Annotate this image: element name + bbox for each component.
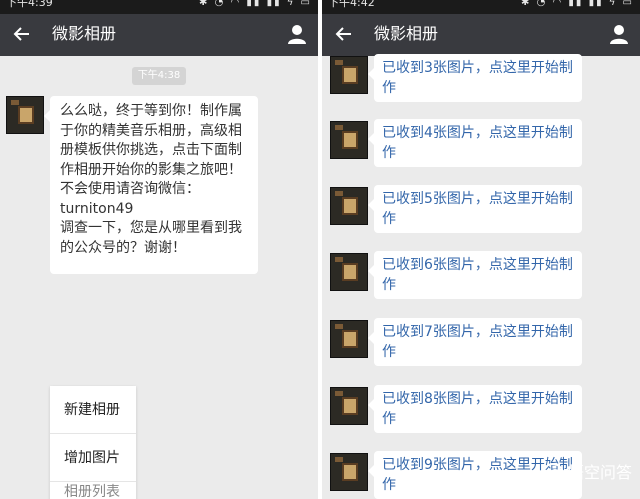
menu-item-album-list[interactable]: 相册列表 — [50, 482, 136, 499]
account-avatar[interactable] — [330, 187, 368, 225]
message-link-text[interactable]: 已收到6张图片，点这里开始制 — [382, 255, 574, 275]
received-images-message[interactable]: 已收到5张图片，点这里开始制作 — [368, 185, 582, 233]
left-phone-screen: 下午4:39 ✱ ◔ ◠ ▮▮ ▮▮ ϟ ▭ 微影相册 下午4:38 么么哒，终… — [0, 0, 318, 499]
chat-title: 微影相册 — [374, 24, 439, 43]
menu-item-add-images[interactable]: 增加图片 — [50, 434, 136, 482]
account-avatar[interactable] — [6, 96, 44, 134]
watermark-text: 悟空问答 — [567, 463, 632, 482]
wechat-id: turniton49 — [60, 200, 134, 217]
account-avatar[interactable] — [330, 320, 368, 358]
profile-icon[interactable] — [286, 23, 308, 45]
message-line: 于你的精美音乐相册，高级相 — [60, 122, 242, 139]
watermark: 悟空问答 — [541, 457, 632, 489]
back-arrow-icon[interactable] — [12, 24, 32, 44]
message-link-text[interactable]: 作 — [382, 209, 574, 229]
received-images-message[interactable]: 已收到3张图片，点这里开始制作 — [368, 54, 582, 102]
message-line: 作相册开始你的影集之旅吧！ — [60, 161, 242, 178]
menu-item-new-album[interactable]: 新建相册 — [50, 386, 136, 434]
message-line: 的公众号的？谢谢！ — [60, 239, 186, 256]
message-link-text[interactable]: 已收到5张图片，点这里开始制 — [382, 189, 574, 209]
message-timestamp: 下午4:38 — [132, 67, 186, 85]
account-avatar[interactable] — [330, 453, 368, 491]
message-link-text[interactable]: 作 — [382, 78, 574, 98]
message-link-text[interactable]: 已收到4张图片，点这里开始制 — [382, 123, 574, 143]
account-avatar[interactable] — [330, 387, 368, 425]
account-avatar[interactable] — [330, 56, 368, 94]
message-link-text[interactable]: 作 — [382, 409, 574, 429]
message-line: 么么哒，终于等到你！制作属 — [60, 103, 242, 119]
message-link-text[interactable]: 已收到8张图片，点这里开始制 — [382, 389, 574, 409]
received-images-message[interactable]: 已收到4张图片，点这里开始制作 — [368, 119, 582, 167]
status-bar: 下午4:39 ✱ ◔ ◠ ▮▮ ▮▮ ϟ ▭ — [0, 0, 318, 14]
popup-menu: 新建相册 增加图片 相册列表 — [50, 386, 136, 499]
message-link-text[interactable]: 已收到3张图片，点这里开始制 — [382, 58, 574, 78]
message-line: 册模板供你挑选，点击下面制 — [60, 142, 242, 158]
message-link-text[interactable]: 作 — [382, 275, 574, 295]
status-icons: ✱ ◔ ◠ ▮▮ ▮▮ ϟ ▭ — [521, 0, 634, 8]
profile-icon[interactable] — [608, 23, 630, 45]
message-line: 不会使用请咨询微信： — [60, 181, 200, 197]
wukong-logo-icon — [541, 462, 564, 485]
message-link-text[interactable]: 作 — [382, 143, 574, 163]
received-images-message[interactable]: 已收到7张图片，点这里开始制作 — [368, 318, 582, 366]
status-bar: 下午4:42 ✱ ◔ ◠ ▮▮ ▮▮ ϟ ▭ — [322, 0, 640, 14]
status-time: 下午4:42 — [328, 0, 375, 9]
received-images-message[interactable]: 已收到8张图片，点这里开始制作 — [368, 385, 582, 433]
welcome-message-bubble: 么么哒，终于等到你！制作属 于你的精美音乐相册，高级相 册模板供你挑选，点击下面… — [44, 96, 258, 274]
chat-title-bar: 微影相册 — [322, 14, 640, 56]
chat-title: 微影相册 — [52, 24, 117, 43]
status-time: 下午4:39 — [6, 0, 53, 9]
back-arrow-icon[interactable] — [334, 24, 354, 44]
received-images-message[interactable]: 已收到6张图片，点这里开始制作 — [368, 251, 582, 299]
chat-title-bar: 微影相册 — [0, 14, 318, 56]
account-avatar[interactable] — [330, 253, 368, 291]
account-avatar[interactable] — [330, 121, 368, 159]
status-icons: ✱ ◔ ◠ ▮▮ ▮▮ ϟ ▭ — [199, 0, 312, 8]
message-link-text[interactable]: 已收到7张图片，点这里开始制 — [382, 322, 574, 342]
message-line: 调查一下，您是从哪里看到我 — [60, 220, 242, 236]
message-link-text[interactable]: 作 — [382, 342, 574, 362]
